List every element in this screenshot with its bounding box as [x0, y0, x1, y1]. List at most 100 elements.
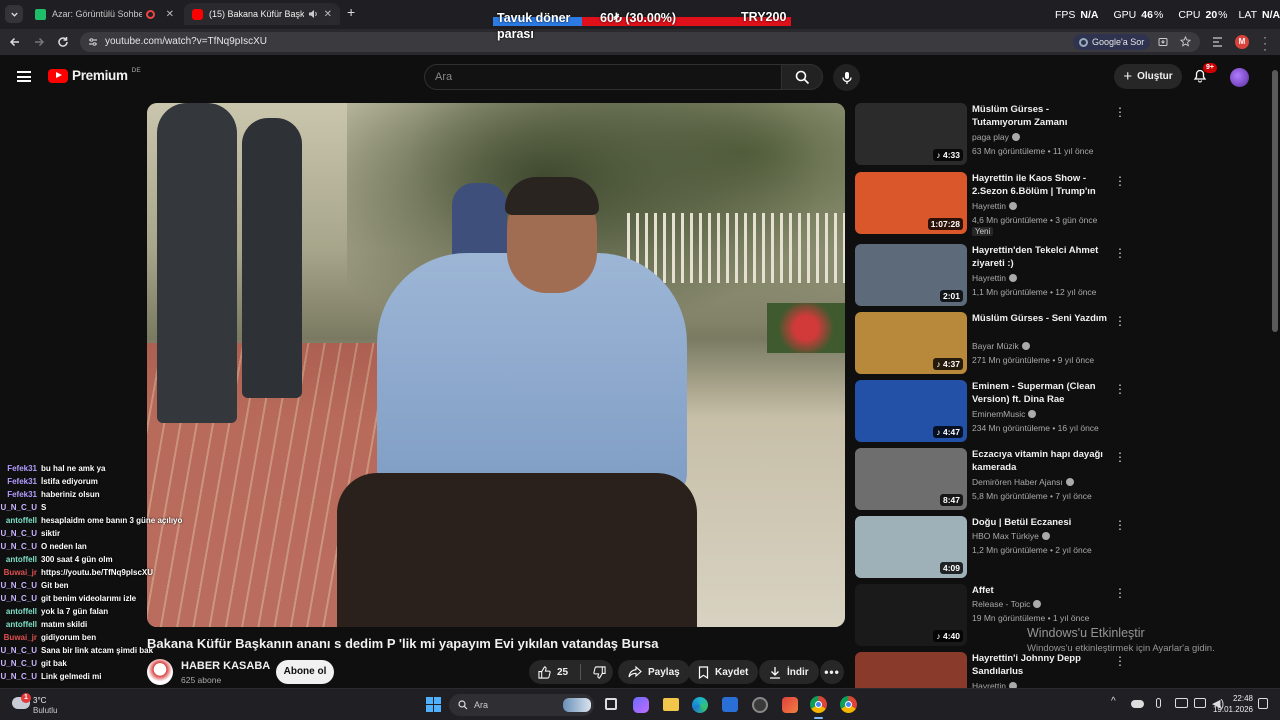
taskbar-search[interactable]: Ara: [449, 694, 594, 716]
video-thumbnail[interactable]: 8:47: [855, 448, 967, 510]
related-video-title[interactable]: Müslüm Gürses - Tutamıyorum Zamanı: [972, 103, 1107, 129]
related-video-title[interactable]: Hayrettin ile Kaos Show - 2.Sezon 6.Bölü…: [972, 172, 1107, 200]
profile-avatar[interactable]: M: [1235, 35, 1249, 49]
account-avatar[interactable]: [1230, 68, 1249, 87]
task-view-icon[interactable]: [605, 698, 617, 710]
related-video-card[interactable]: 4:09 Doğu | Betül Eczanesi HBO Max Türkiye…: [855, 516, 1126, 578]
lat-label: LAT: [1238, 9, 1257, 21]
video-thumbnail[interactable]: ♪ 4:47: [855, 380, 967, 442]
search-button[interactable]: [781, 64, 823, 90]
more-vertical-icon[interactable]: ⋮: [1114, 450, 1126, 464]
related-video-channel[interactable]: paga play: [972, 132, 1020, 142]
close-tab-icon[interactable]: ✕: [160, 9, 174, 20]
clock[interactable]: 22:48 19.01.2026: [1213, 693, 1253, 715]
share-button[interactable]: Paylaş: [618, 660, 690, 684]
install-icon[interactable]: [1158, 37, 1168, 47]
chrome-icon[interactable]: [810, 696, 827, 713]
save-button[interactable]: Kaydet: [688, 660, 759, 684]
more-vertical-icon[interactable]: ⋮: [1114, 174, 1126, 188]
related-video-card[interactable]: ♪ 4:47 Eminem - Superman (Clean Version) …: [855, 380, 1126, 442]
page-scrollbar[interactable]: [1272, 70, 1278, 332]
microphone-tray-icon[interactable]: [1156, 698, 1161, 708]
store-icon[interactable]: [722, 697, 738, 712]
video-thumbnail[interactable]: ♪ 4:33: [855, 103, 967, 165]
more-vertical-icon[interactable]: ⋮: [1114, 654, 1126, 668]
hamburger-menu-icon[interactable]: [17, 71, 31, 82]
start-button[interactable]: [426, 697, 441, 712]
more-actions-button[interactable]: •••: [820, 660, 844, 684]
related-video-card[interactable]: ♪ 4:37 Müslüm Gürses - Seni Yazdım Bayar M…: [855, 312, 1126, 374]
back-arrow-icon[interactable]: [9, 36, 21, 48]
chrome-profile-icon[interactable]: [840, 696, 857, 713]
related-video-meta: 234 Mn görüntüleme • 16 yıl önce: [972, 423, 1099, 433]
reading-list-icon[interactable]: [1212, 37, 1223, 47]
related-video-channel[interactable]: EminemMusic: [972, 409, 1037, 419]
related-video-title[interactable]: Eminem - Superman (Clean Version) ft. Di…: [972, 380, 1107, 406]
video-thumbnail[interactable]: ♪ 4:40: [855, 584, 967, 646]
close-tab-icon[interactable]: ✕: [318, 9, 332, 20]
like-button[interactable]: 25: [529, 660, 574, 684]
tab-youtube[interactable]: (15) Bakana Küfür Başkanın ✕: [184, 3, 340, 25]
forward-arrow-icon[interactable]: [33, 36, 45, 48]
related-video-title[interactable]: Hayrettin'den Tekelci Ahmet ziyareti :): [972, 244, 1107, 270]
new-tab-button[interactable]: +: [347, 4, 355, 20]
download-button[interactable]: İndir: [759, 660, 819, 684]
tray-chevron-icon[interactable]: ^: [1111, 696, 1116, 707]
duration-text: 8:47: [942, 495, 960, 505]
url-text: youtube.com/watch?v=TfNq9pIscXU: [105, 36, 268, 47]
related-video-channel[interactable]: Bayar Müzik: [972, 341, 1030, 351]
app-icon[interactable]: [752, 697, 768, 713]
related-video-channel[interactable]: Hayrettin: [972, 201, 1018, 211]
google-ask-button[interactable]: Google'a Sor: [1073, 34, 1151, 50]
related-video-channel[interactable]: Demirören Haber Ajansı: [972, 477, 1074, 487]
related-video-card[interactable]: ♪ 4:33 Müslüm Gürses - Tutamıyorum Zamanı…: [855, 103, 1126, 165]
more-vertical-icon[interactable]: ⋮: [1114, 314, 1126, 328]
video-thumbnail[interactable]: ♪ 4:37: [855, 312, 967, 374]
dislike-button[interactable]: [587, 660, 613, 684]
edge-icon[interactable]: [692, 697, 708, 713]
cloud-sync-icon[interactable]: [1131, 700, 1144, 708]
related-video-title[interactable]: Doğu | Betül Eczanesi: [972, 516, 1107, 529]
create-button[interactable]: + Oluştur: [1114, 64, 1182, 89]
related-video-card[interactable]: 2:01 Hayrettin'den Tekelci Ahmet ziyareti…: [855, 244, 1126, 306]
related-video-title[interactable]: Müslüm Gürses - Seni Yazdım: [972, 312, 1107, 325]
address-bar[interactable]: youtube.com/watch?v=TfNq9pIscXU Google'a…: [80, 32, 1200, 52]
display-icon[interactable]: [1175, 698, 1188, 708]
youtube-logo[interactable]: Premium DE: [48, 67, 141, 83]
video-thumbnail[interactable]: 2:01: [855, 244, 967, 306]
video-thumbnail[interactable]: 1:07:28: [855, 172, 967, 234]
related-video-card[interactable]: 1:07:28 Hayrettin ile Kaos Show - 2.Sezon…: [855, 172, 1126, 236]
related-video-channel[interactable]: HBO Max Türkiye: [972, 531, 1050, 541]
file-explorer-icon[interactable]: [663, 698, 679, 711]
app-icon[interactable]: [782, 697, 798, 713]
voice-search-button[interactable]: [833, 64, 860, 91]
notifications-button[interactable]: 9+: [1192, 63, 1217, 87]
related-video-title[interactable]: Eczacıya vitamin hapı dayağı kamerada: [972, 448, 1107, 474]
weather-widget[interactable]: 1 3°C Bulutlu: [10, 692, 90, 718]
more-vertical-icon[interactable]: ⋮: [1114, 382, 1126, 396]
related-video-channel[interactable]: Hayrettin: [972, 273, 1018, 283]
subscribe-button[interactable]: Abone ol: [276, 660, 334, 684]
reload-icon[interactable]: [57, 36, 69, 48]
notification-center-icon[interactable]: [1258, 698, 1268, 709]
related-video-title[interactable]: Hayrettin'i Johnny Depp Sandılarlus: [972, 652, 1107, 678]
copilot-icon[interactable]: [633, 697, 649, 713]
tab-azar[interactable]: Azar: Görüntülü Sohbet & Y ✕: [27, 3, 182, 25]
video-player[interactable]: [147, 103, 845, 627]
related-video-title[interactable]: Affet: [972, 584, 1107, 597]
more-vertical-icon[interactable]: ⋮: [1114, 105, 1126, 119]
more-vertical-icon[interactable]: ⋮: [1114, 586, 1126, 600]
menu-dots-icon[interactable]: · · ·: [1262, 31, 1268, 55]
related-video-card[interactable]: 8:47 Eczacıya vitamin hapı dayağı kamerad…: [855, 448, 1126, 510]
related-video-channel[interactable]: Release - Topic: [972, 599, 1042, 609]
bookmark-star-icon[interactable]: [1180, 36, 1191, 47]
video-thumbnail[interactable]: 4:09: [855, 516, 967, 578]
speaker-icon[interactable]: [308, 9, 318, 19]
tab-list-button[interactable]: [5, 5, 23, 23]
more-vertical-icon[interactable]: ⋮: [1114, 518, 1126, 532]
more-vertical-icon[interactable]: ⋮: [1114, 246, 1126, 260]
channel-name[interactable]: HABER KASABA: [181, 660, 270, 672]
search-input[interactable]: Ara: [424, 64, 781, 90]
channel-avatar[interactable]: [147, 659, 173, 685]
site-info-icon[interactable]: [88, 37, 98, 47]
